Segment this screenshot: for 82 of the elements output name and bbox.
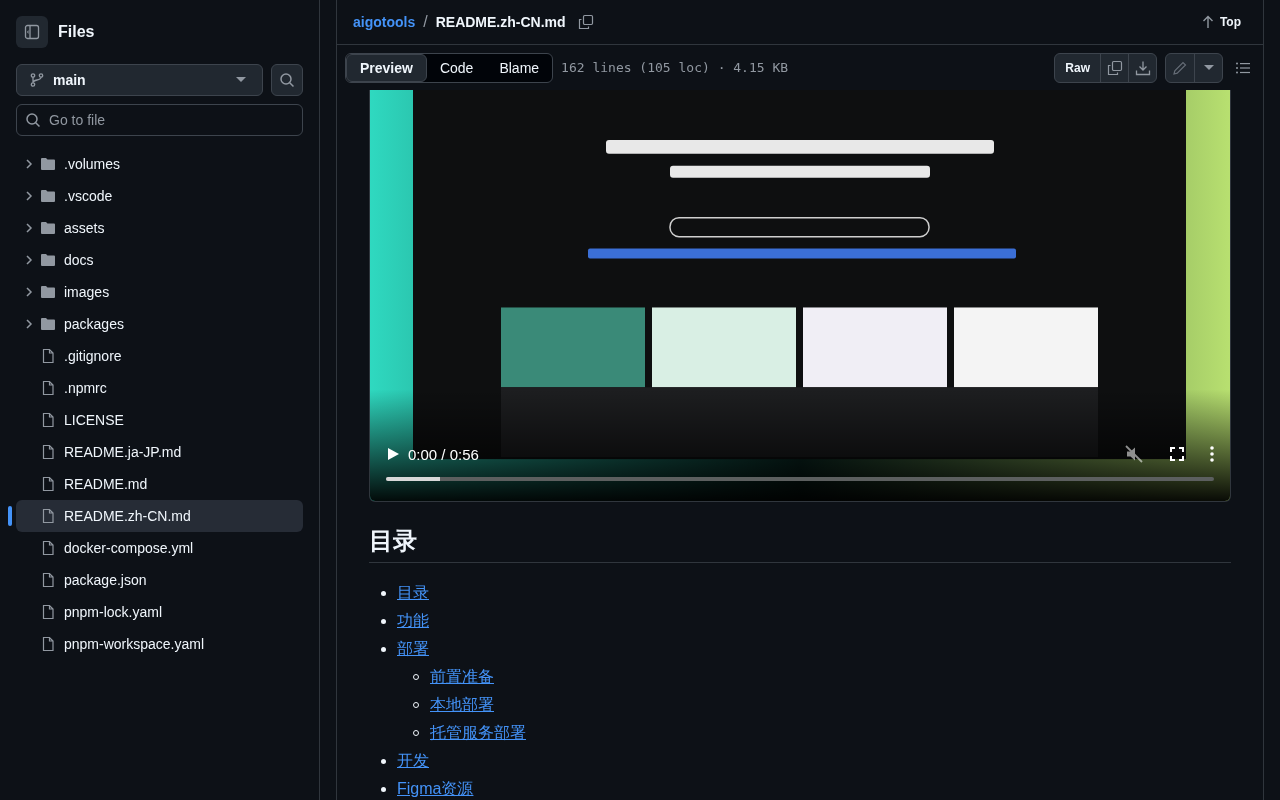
sidebar-icon — [24, 24, 40, 40]
chevron-right-icon — [23, 286, 35, 298]
file-icon — [40, 636, 56, 652]
view-tab[interactable]: Blame — [486, 53, 553, 82]
fullscreen-icon — [1170, 447, 1184, 461]
sidebar-title: Files — [58, 23, 95, 41]
tree-item[interactable]: README.ja-JP.md — [16, 436, 303, 468]
breadcrumb-separator: / — [423, 13, 428, 31]
section-heading: 目录 — [369, 526, 1231, 563]
file-icon — [40, 348, 56, 364]
sidebar-toggle-button[interactable] — [16, 16, 48, 48]
chevron-right-icon — [23, 222, 35, 234]
toc-link[interactable]: 托管服务部署 — [430, 722, 526, 744]
tree-item[interactable]: .vscode — [16, 180, 303, 212]
chevron-right-icon — [23, 318, 35, 330]
file-icon — [40, 444, 56, 460]
view-tab[interactable]: Preview — [346, 53, 427, 82]
toc-link[interactable]: 功能 — [397, 610, 429, 632]
bullet-icon — [381, 618, 386, 624]
video-time: 0:00 / 0:56 — [408, 445, 479, 463]
tree-item[interactable]: images — [16, 276, 303, 308]
folder-icon — [40, 316, 56, 332]
tree-item[interactable]: README.zh-CN.md — [16, 500, 303, 532]
file-icon — [40, 572, 56, 588]
tree-item[interactable]: .gitignore — [16, 340, 303, 372]
chevron-right-icon — [23, 190, 35, 202]
branch-selector[interactable]: main — [16, 64, 263, 96]
file-icon — [40, 476, 56, 492]
caret-icon — [1203, 64, 1214, 71]
video-progress-bar[interactable] — [386, 477, 1214, 481]
bullet-icon — [381, 646, 386, 652]
view-tab[interactable]: Code — [426, 53, 487, 82]
speaker-icon — [1124, 444, 1144, 464]
folder-icon — [40, 188, 56, 204]
folder-icon — [40, 252, 56, 268]
file-icon — [40, 412, 56, 428]
folder-icon — [40, 284, 56, 300]
file-name: README.zh-CN.md — [435, 14, 566, 30]
folder-icon — [40, 220, 56, 236]
bullet-icon — [381, 758, 386, 764]
download-icon — [1134, 59, 1151, 76]
tree-item[interactable]: README.md — [16, 468, 303, 500]
top-button[interactable]: Top — [1195, 14, 1247, 30]
caret-icon — [236, 77, 246, 83]
search-icon — [279, 72, 295, 88]
file-info: 162 lines (105 loc) · 4.15 KB — [561, 60, 789, 75]
file-icon — [40, 540, 56, 556]
go-to-file-field[interactable]: Go to file — [16, 104, 303, 136]
tree-item[interactable]: assets — [16, 212, 303, 244]
tree-item[interactable]: docs — [16, 244, 303, 276]
branch-icon — [29, 72, 45, 88]
file-icon — [40, 508, 56, 524]
bullet-icon — [381, 786, 386, 792]
tree-item[interactable]: LICENSE — [16, 404, 303, 436]
search-icon — [25, 112, 41, 128]
arrow-up-icon — [1201, 15, 1214, 29]
toc-link[interactable]: Figma资源 — [397, 778, 474, 800]
play-icon — [386, 447, 400, 461]
tree-item[interactable]: packages — [16, 308, 303, 340]
chevron-right-icon — [23, 158, 35, 170]
bullet-icon — [381, 590, 386, 596]
tree-item[interactable]: pnpm-workspace.yaml — [16, 628, 303, 660]
toc-link[interactable]: 开发 — [397, 750, 429, 772]
toc-link[interactable]: 前置准备 — [430, 666, 494, 688]
tree-item[interactable]: .npmrc — [16, 372, 303, 404]
kebab-icon — [1210, 446, 1214, 462]
toc-link[interactable]: 目录 — [397, 582, 429, 604]
chevron-right-icon — [23, 254, 35, 266]
file-icon — [40, 604, 56, 620]
tree-item[interactable]: docker-compose.yml — [16, 532, 303, 564]
folder-icon — [40, 156, 56, 172]
pencil-icon — [1172, 59, 1188, 76]
toc-link[interactable]: 本地部署 — [430, 694, 494, 716]
copy-icon — [1106, 59, 1123, 76]
repo-link[interactable]: aigotools — [353, 14, 416, 30]
file-icon — [40, 380, 56, 396]
tree-item[interactable]: package.json — [16, 564, 303, 596]
toc-link[interactable]: 部署 — [397, 638, 429, 660]
copy-icon — [577, 14, 594, 30]
search-button[interactable] — [271, 64, 303, 96]
tree-item[interactable]: pnpm-lock.yaml — [16, 596, 303, 628]
tree-item[interactable]: .volumes — [16, 148, 303, 180]
